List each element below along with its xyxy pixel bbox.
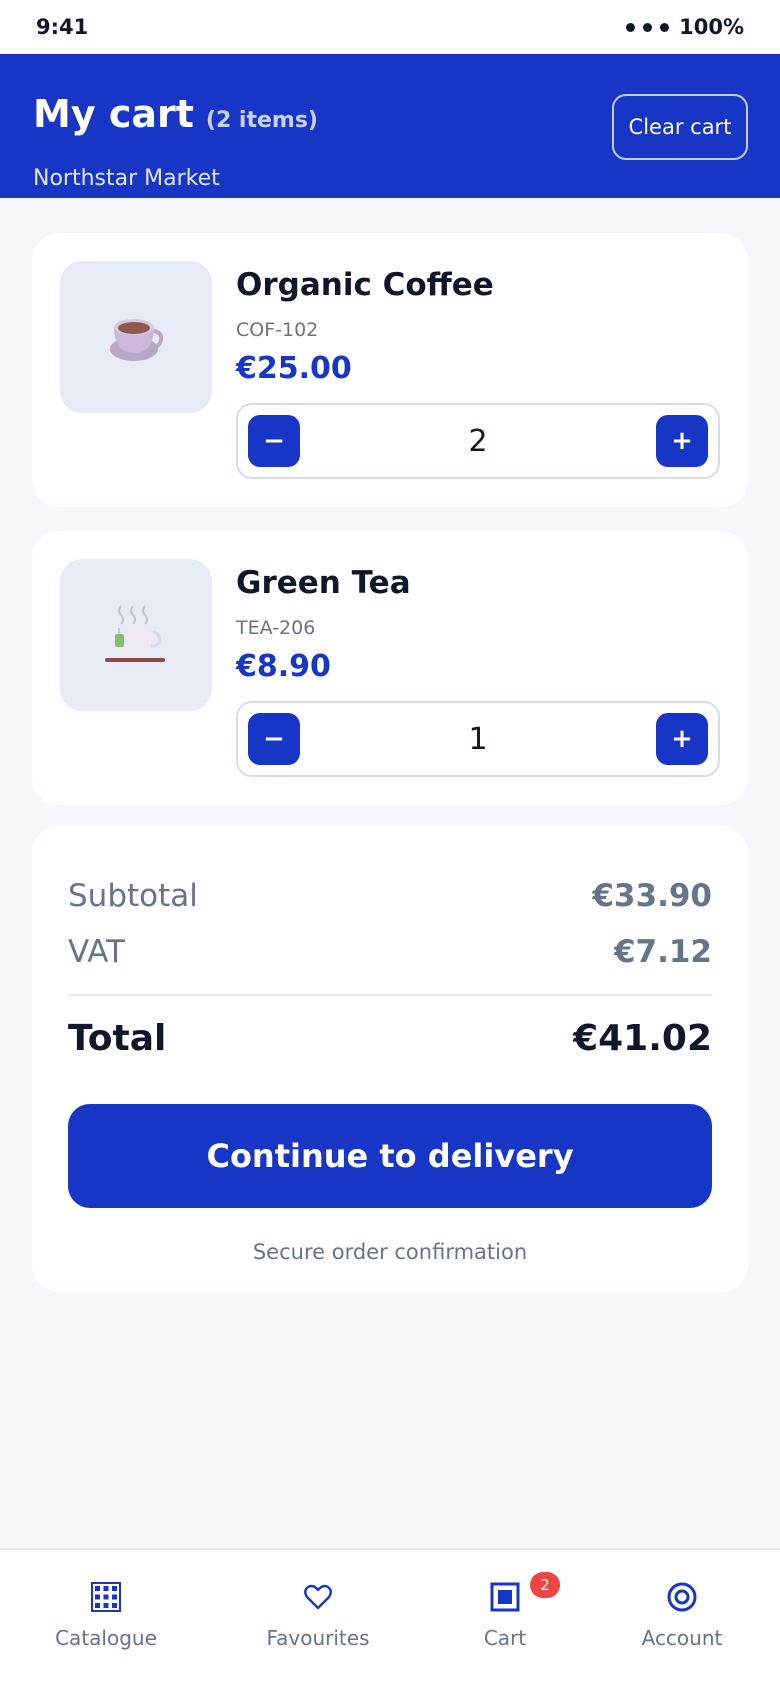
item-count: (2 items) xyxy=(205,108,318,133)
increase-quantity-button[interactable]: + xyxy=(656,713,708,765)
product-sku: COF-102 xyxy=(236,319,319,341)
cart-item: Green Tea TEA-206 €8.90 1 − + xyxy=(32,531,748,805)
secure-note: Secure order confirmation xyxy=(252,1240,528,1264)
tab-account-label: Account xyxy=(641,1626,723,1650)
clear-cart-button[interactable]: Clear cart xyxy=(612,94,748,160)
tab-catalogue[interactable]: Catalogue xyxy=(16,1580,196,1650)
battery-level: 100% xyxy=(679,15,744,39)
product-thumbnail xyxy=(60,559,212,711)
order-summary: Subtotal €33.90 VAT €7.12 Total €41.02 C… xyxy=(32,826,748,1292)
tab-catalogue-label: Catalogue xyxy=(55,1626,157,1650)
tab-favourites[interactable]: Favourites xyxy=(228,1580,408,1650)
increase-quantity-button[interactable]: + xyxy=(656,415,708,467)
quantity-stepper: 1 − + xyxy=(236,701,720,777)
quantity-value: 1 xyxy=(468,721,488,757)
vat-label: VAT xyxy=(68,934,125,970)
cart-header: My cart (2 items) Northstar Market Clear… xyxy=(0,54,780,198)
page-title-text: My cart xyxy=(33,92,194,136)
grid-icon xyxy=(91,1580,121,1614)
subtotal-value: €33.90 xyxy=(592,878,712,914)
decrease-quantity-button[interactable]: − xyxy=(248,713,300,765)
tab-favourites-label: Favourites xyxy=(266,1626,370,1650)
status-indicators: 100% xyxy=(626,15,744,39)
total-label: Total xyxy=(68,1018,167,1059)
total-row: Total €41.02 xyxy=(68,1018,712,1059)
cart-icon xyxy=(490,1580,520,1614)
subtotal-label: Subtotal xyxy=(68,878,198,914)
subtotal-row: Subtotal €33.90 xyxy=(68,878,712,914)
continue-to-delivery-button[interactable]: Continue to delivery xyxy=(68,1104,712,1208)
tab-cart-label: Cart xyxy=(483,1626,527,1650)
account-icon xyxy=(666,1580,698,1614)
product-name: Organic Coffee xyxy=(236,267,494,303)
total-value: €41.02 xyxy=(573,1018,712,1059)
product-sku: TEA-206 xyxy=(236,617,316,639)
product-price: €25.00 xyxy=(236,351,352,386)
vat-value: €7.12 xyxy=(613,934,712,970)
heart-icon xyxy=(304,1580,332,1614)
vat-row: VAT €7.12 xyxy=(68,934,712,970)
status-bar: 9:41 100% xyxy=(0,0,780,54)
product-name: Green Tea xyxy=(236,565,411,601)
quantity-stepper: 2 − + xyxy=(236,403,720,479)
store-name: Northstar Market xyxy=(33,166,220,191)
decrease-quantity-button[interactable]: − xyxy=(248,415,300,467)
summary-divider xyxy=(68,994,712,996)
page-title: My cart (2 items) xyxy=(33,92,318,136)
cart-item: Organic Coffee COF-102 €25.00 2 − + xyxy=(32,233,748,507)
cart-badge: 2 xyxy=(530,1572,560,1598)
tab-cart[interactable]: Cart xyxy=(415,1580,595,1650)
status-time: 9:41 xyxy=(36,15,89,39)
quantity-value: 2 xyxy=(468,423,488,459)
tea-cup-icon xyxy=(105,605,165,662)
bottom-tab-bar: Catalogue Favourites Cart 2 Account xyxy=(0,1548,780,1688)
signal-dots-icon xyxy=(626,22,670,32)
coffee-cup-icon xyxy=(110,319,164,361)
tab-account[interactable]: Account xyxy=(592,1580,772,1650)
product-price: €8.90 xyxy=(236,649,331,684)
product-thumbnail xyxy=(60,261,212,413)
